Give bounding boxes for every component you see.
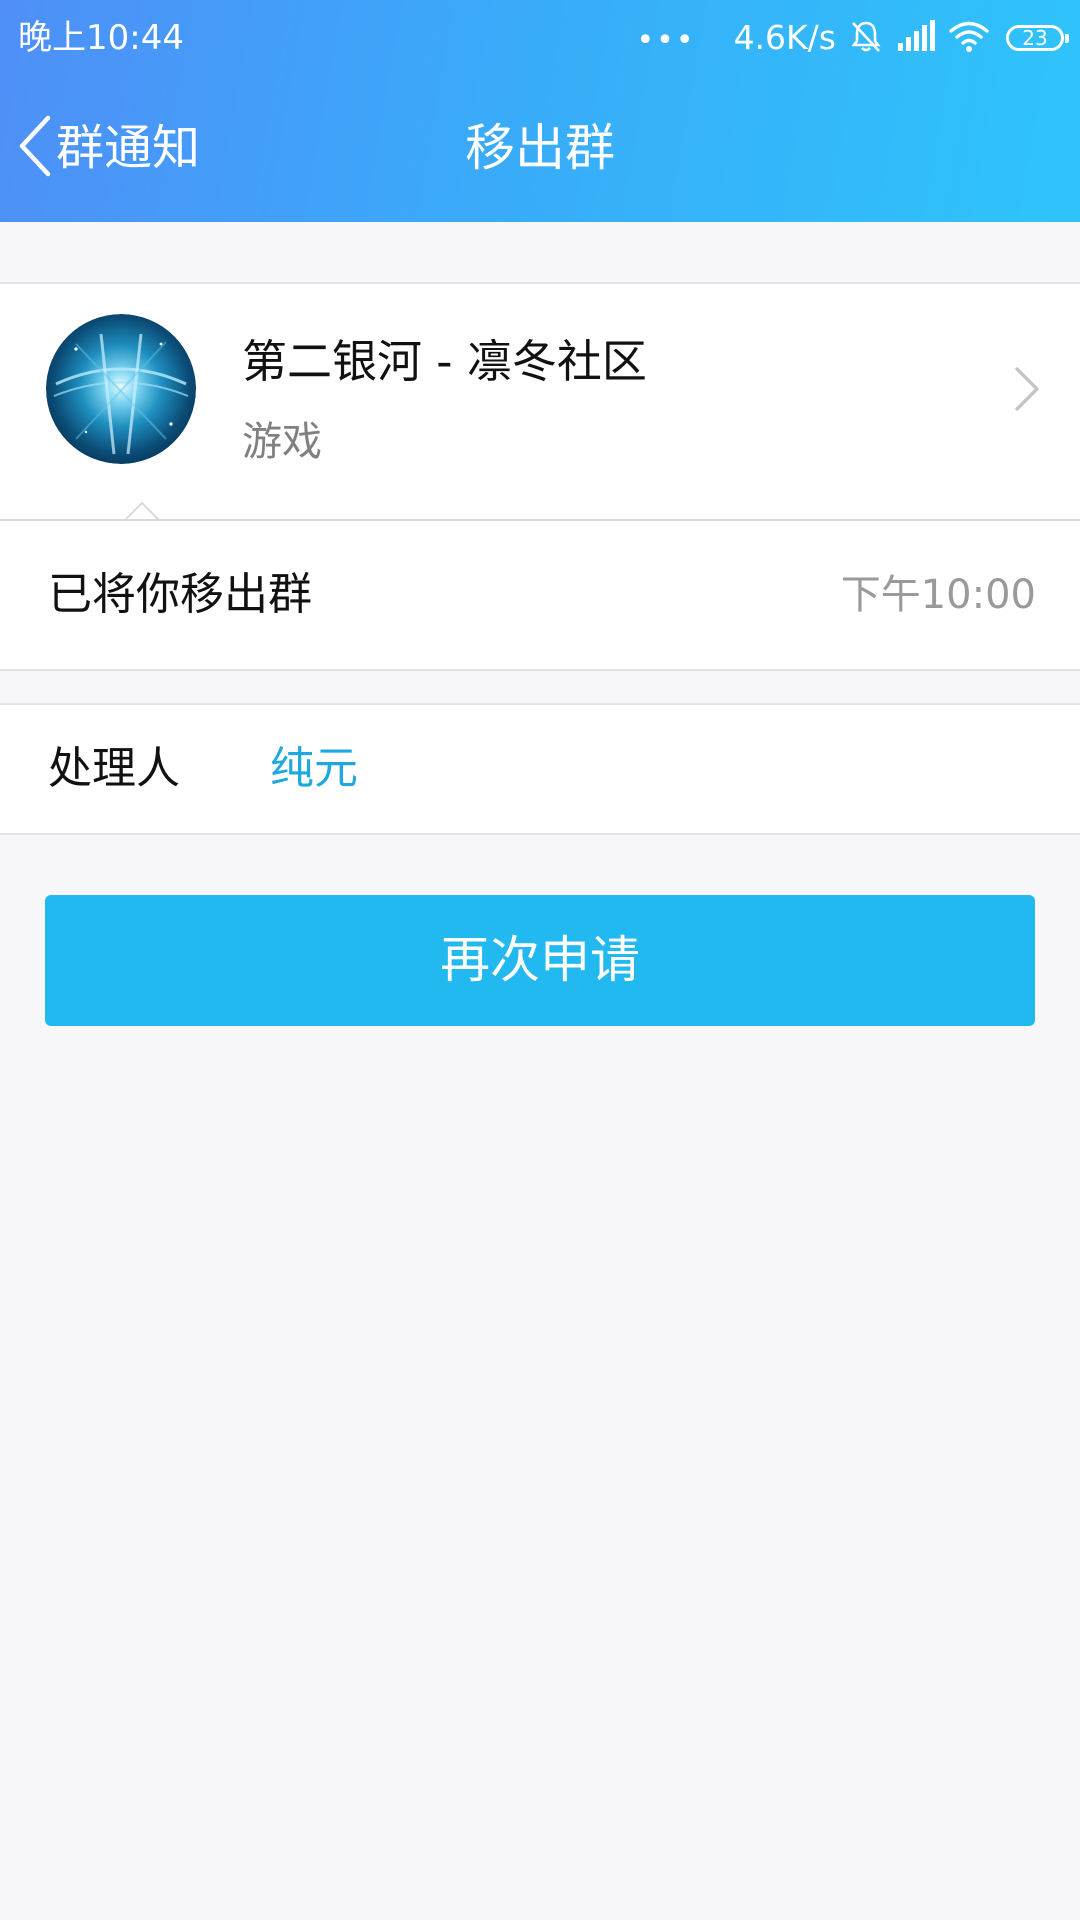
handler-label: 处理人 xyxy=(48,743,180,794)
notice-time: 下午10:00 xyxy=(840,572,1036,618)
handler-name-link[interactable]: 纯元 xyxy=(270,739,358,799)
chevron-right-icon xyxy=(1014,366,1040,416)
group-avatar xyxy=(46,314,196,464)
network-speed: 4.6K/s xyxy=(733,18,836,57)
notice-message: 已将你移出群 xyxy=(48,569,312,620)
wifi-icon xyxy=(948,19,990,57)
page-title: 移出群 xyxy=(465,119,615,177)
group-info-card[interactable]: 第二银河 - 凛冬社区 游戏 xyxy=(0,282,1080,525)
navigation-bar: 群通知 移出群 xyxy=(0,76,1080,222)
mute-bell-icon xyxy=(848,18,884,58)
header: 晚上10:44 ••• 4.6K/s 23 群通知 移出群 xyxy=(0,0,1080,222)
battery-icon: 23 xyxy=(1006,25,1069,51)
status-bar: 晚上10:44 ••• 4.6K/s 23 xyxy=(0,0,1080,76)
handler-row: 处理人 纯元 xyxy=(0,703,1080,835)
notice-row: 已将你移出群 下午10:00 xyxy=(0,521,1080,671)
group-name: 第二银河 - 凛冬社区 xyxy=(242,335,647,388)
more-notifications-icon: ••• xyxy=(636,23,696,58)
reapply-button[interactable]: 再次申请 xyxy=(45,895,1035,1026)
cellular-signal-icon xyxy=(896,19,936,57)
status-time: 晚上10:44 xyxy=(18,18,184,58)
group-category: 游戏 xyxy=(242,419,322,465)
status-icons: ••• 4.6K/s 23 xyxy=(636,14,1069,62)
